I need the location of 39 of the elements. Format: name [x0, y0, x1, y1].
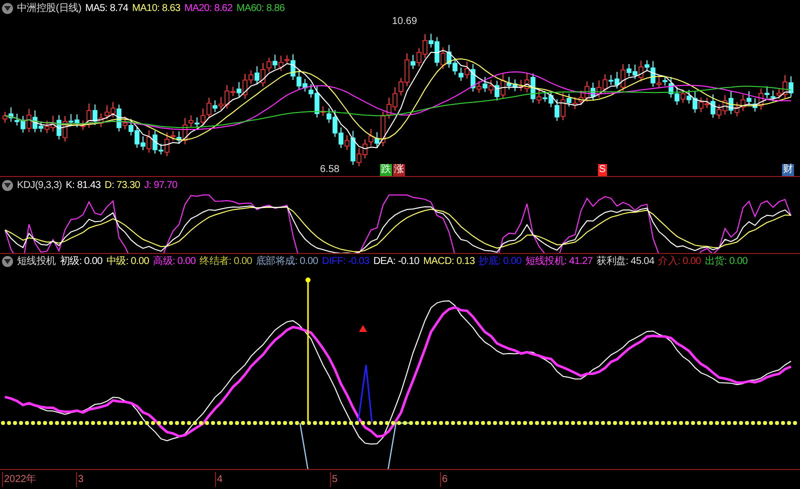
indicator-value: MA5: 8.74 — [85, 2, 128, 16]
indicator-value: D: 73.30 — [104, 178, 140, 192]
collapse-icon[interactable] — [2, 2, 13, 14]
collapse-icon[interactable] — [2, 256, 13, 268]
indicator-value: 抄底: 0.00 — [478, 254, 522, 270]
date-axis-label: 4 — [215, 472, 223, 487]
indicator-value: DIFF: -0.03 — [322, 255, 370, 270]
event-marker[interactable]: 涨 — [393, 164, 405, 176]
indicator-value: 获利盘: 45.04 — [596, 254, 654, 270]
low-price-label: 6.58 — [320, 163, 340, 177]
panel-title: 中洲控股(日线) — [17, 2, 82, 16]
indicator-value: 介入: 0.00 — [658, 254, 701, 270]
high-price-label: 10.69 — [392, 15, 418, 29]
indicator-value: 底部将成: 0.00 — [256, 254, 318, 270]
panel-title: KDJ(9,3,3) — [17, 178, 62, 192]
indicator-value: 终结者: 0.00 — [200, 254, 252, 270]
indicator-value: DEA: -0.10 — [373, 255, 420, 270]
event-marker[interactable]: S — [598, 164, 607, 176]
up-arrow-icon — [359, 324, 367, 332]
date-axis-label: 2022年 — [2, 472, 36, 487]
panel-title: 短线投机 — [17, 254, 56, 270]
date-axis-label: 5 — [330, 472, 338, 487]
indicator-value: MA60: 8.86 — [236, 2, 285, 16]
indicator-value: MACD: 0.13 — [423, 255, 475, 270]
indicator-value: MA20: 8.62 — [184, 2, 232, 16]
event-marker[interactable]: 财 — [782, 164, 794, 176]
spike-line — [357, 364, 373, 424]
event-marker[interactable]: 跌 — [380, 164, 392, 176]
indicator-value: K: 81.43 — [66, 178, 101, 192]
indicator-value: 高级: 0.00 — [153, 254, 196, 270]
indicator-value: 中级: 0.00 — [106, 254, 150, 270]
indicator-value: 出货: 0.00 — [704, 254, 748, 270]
indicator-value: J: 97.70 — [144, 178, 178, 192]
indicator-value: MA10: 8.63 — [132, 2, 180, 16]
date-axis-label: 3 — [76, 472, 84, 487]
indicator-value: 短线投机: 41.27 — [525, 254, 593, 270]
indicator-value: 初级: 0.00 — [60, 254, 102, 270]
collapse-icon[interactable] — [2, 180, 13, 190]
date-axis-label: 6 — [440, 472, 448, 487]
